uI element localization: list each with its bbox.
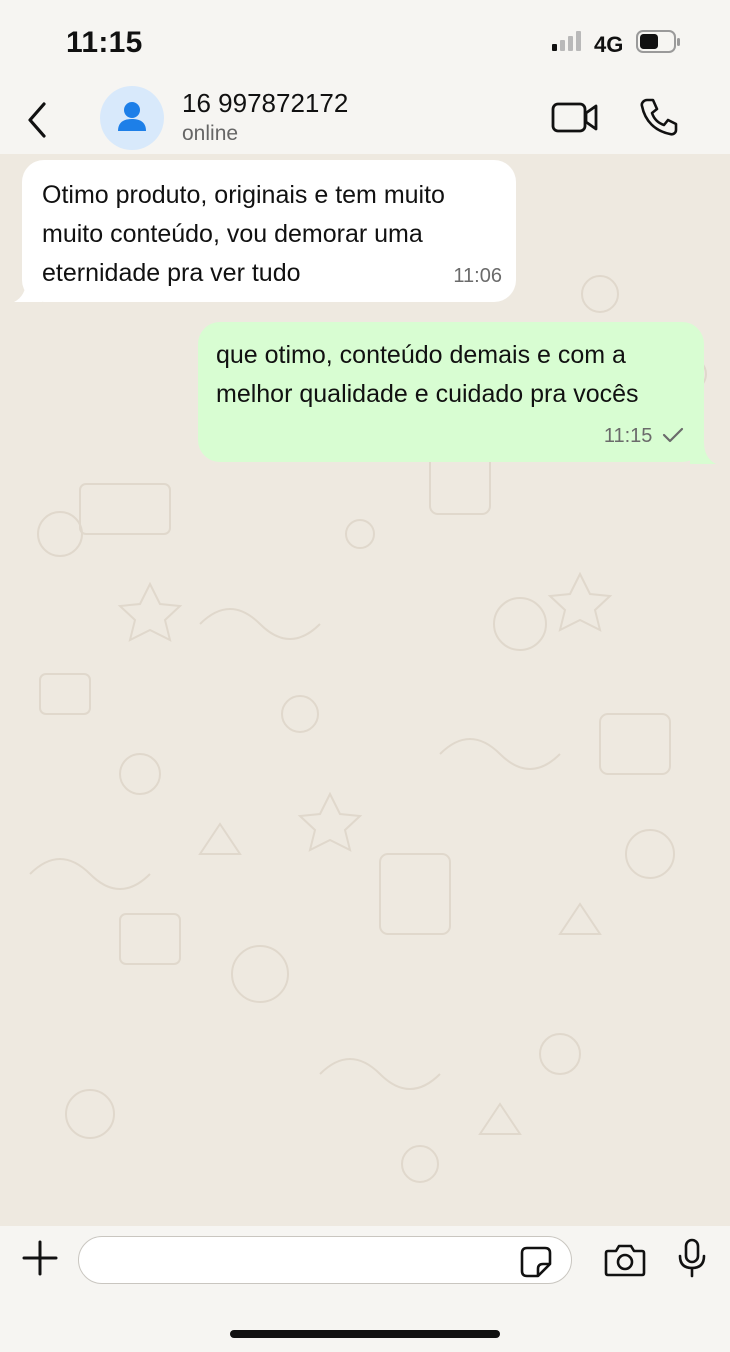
- message-time: 11:15: [603, 425, 653, 447]
- status-time: 11:15: [66, 26, 143, 59]
- camera-icon[interactable]: [604, 1242, 646, 1278]
- microphone-icon[interactable]: [676, 1238, 708, 1278]
- incoming-bubble-tail: [14, 276, 42, 302]
- plus-icon[interactable]: [22, 1240, 58, 1276]
- sticker-icon[interactable]: [520, 1246, 552, 1278]
- message-text: Otimo produto, originais e tem muito mui…: [42, 181, 445, 287]
- network-type: 4G: [594, 32, 624, 57]
- outgoing-message[interactable]: que otimo, conteúdo demais e com a melho…: [198, 322, 704, 462]
- outgoing-bubble-tail: [690, 442, 716, 464]
- avatar[interactable]: [100, 86, 164, 150]
- phone-call-icon[interactable]: [638, 96, 680, 138]
- home-indicator[interactable]: [230, 1330, 500, 1338]
- signal-strength-icon: [552, 31, 581, 51]
- status-bar: 11:15 4G: [0, 0, 730, 86]
- contact-status: online: [182, 122, 239, 145]
- message-meta: 11:15: [604, 417, 684, 456]
- battery-icon: [636, 30, 680, 53]
- chat-wallpaper-pattern: [29, 275, 707, 1183]
- message-composer: [0, 1226, 730, 1352]
- video-call-icon[interactable]: [550, 100, 600, 136]
- incoming-message[interactable]: Otimo produto, originais e tem muito mui…: [22, 160, 516, 302]
- sent-check-icon: [662, 427, 684, 443]
- back-icon[interactable]: [22, 98, 52, 142]
- chat-header: 16 997872172 online: [0, 86, 730, 154]
- chat-area[interactable]: Otimo produto, originais e tem muito mui…: [0, 154, 730, 1226]
- message-input[interactable]: [78, 1236, 572, 1284]
- avatar-person-icon: [118, 102, 146, 131]
- message-time: 11:06: [453, 265, 502, 287]
- message-text: que otimo, conteúdo demais e com a melho…: [216, 341, 639, 408]
- contact-name[interactable]: 16 997872172: [182, 88, 348, 119]
